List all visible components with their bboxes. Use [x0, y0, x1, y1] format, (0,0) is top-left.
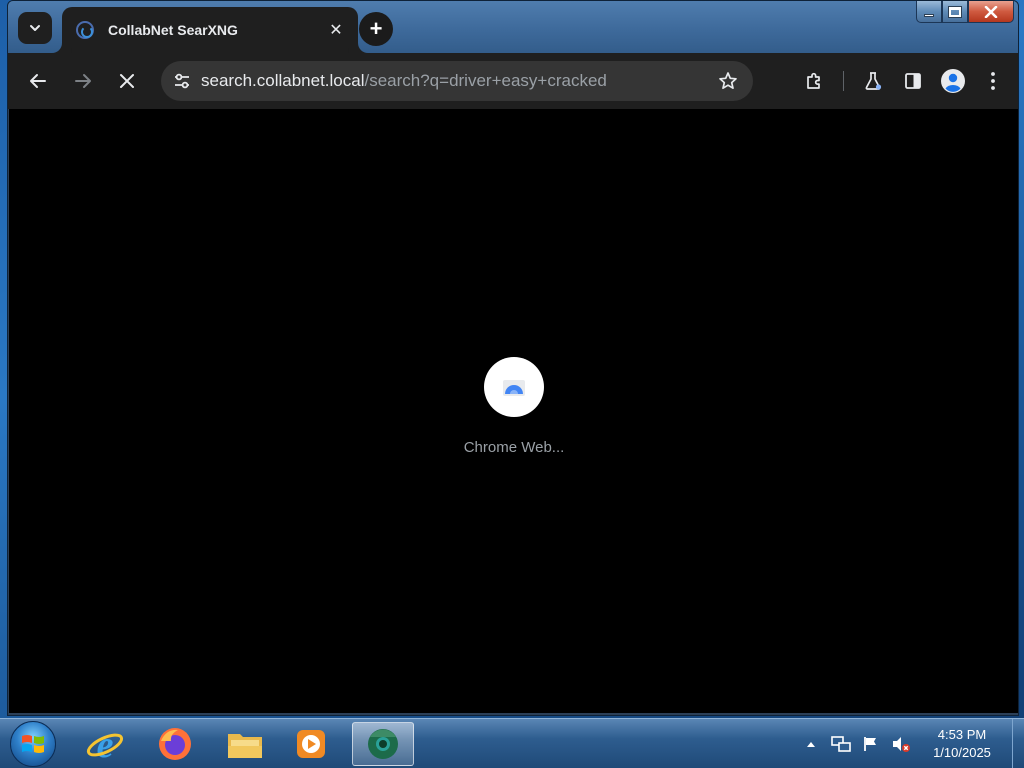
forward-button[interactable]: [66, 64, 100, 98]
start-button[interactable]: [10, 721, 56, 767]
flag-icon: [864, 737, 876, 751]
address-bar[interactable]: search.collabnet.local/search?q=driver+e…: [161, 61, 753, 101]
tab-strip: CollabNet SearXNG ✕ +: [8, 1, 1018, 53]
side-panel-button[interactable]: [896, 64, 930, 98]
tab-close-button[interactable]: ✕: [326, 20, 346, 40]
volume-tray-button[interactable]: [889, 732, 913, 756]
chrome-web-store-loading-icon: [484, 357, 544, 417]
loading-caption: Chrome Web...: [463, 439, 565, 456]
searxng-favicon-icon: [76, 21, 94, 39]
system-tray: 4:53 PM 1/10/2025: [796, 719, 1024, 768]
kebab-menu-icon: [991, 72, 995, 90]
show-hidden-icons-button[interactable]: [799, 732, 823, 756]
taskbar: e 4:53 PM 1/10/2025: [0, 718, 1024, 768]
clock-date: 1/10/2025: [933, 745, 991, 760]
flask-icon: [865, 72, 882, 90]
action-center-tray-button[interactable]: [859, 732, 883, 756]
chevron-up-icon: [807, 742, 815, 747]
profile-button[interactable]: [936, 64, 970, 98]
tab-title: CollabNet SearXNG: [108, 22, 238, 38]
svg-text:e: e: [97, 724, 114, 764]
media-player-icon: [297, 730, 325, 758]
chrome-icon: [368, 729, 398, 759]
internet-explorer-icon: e: [86, 724, 124, 764]
taskbar-internet-explorer[interactable]: e: [74, 722, 136, 766]
window-close-button[interactable]: [968, 1, 1014, 23]
taskbar-firefox[interactable]: [144, 722, 206, 766]
maximize-button[interactable]: [942, 1, 968, 23]
url-path: /search?q=driver+easy+cracked: [364, 71, 607, 90]
url-host: search.collabnet.local: [201, 71, 365, 90]
taskbar-clock[interactable]: 4:53 PM 1/10/2025: [916, 726, 1008, 762]
star-icon: [719, 72, 737, 90]
close-icon: [984, 5, 998, 18]
taskbar-file-explorer[interactable]: [214, 722, 276, 766]
tune-icon[interactable]: [173, 73, 191, 89]
side-panel-icon: [905, 73, 921, 89]
close-icon: [120, 74, 134, 88]
clock-time: 4:53 PM: [937, 727, 987, 742]
url-text[interactable]: search.collabnet.local/search?q=driver+e…: [201, 71, 711, 91]
maximize-icon: [949, 6, 961, 17]
toolbar-divider: [843, 71, 844, 91]
browser-menu-button[interactable]: [976, 64, 1010, 98]
labs-button[interactable]: [856, 64, 890, 98]
stop-loading-button[interactable]: [110, 64, 144, 98]
page-content: Chrome Web...: [9, 109, 1018, 713]
chevron-down-icon: [30, 25, 40, 31]
bookmark-button[interactable]: [711, 64, 745, 98]
folder-icon: [228, 734, 262, 758]
tab-search-button[interactable]: [18, 12, 52, 44]
window-caption-buttons: [916, 1, 1014, 23]
taskbar-media-player[interactable]: [280, 722, 342, 766]
extensions-button[interactable]: [797, 64, 831, 98]
browser-window: CollabNet SearXNG ✕ + search.collabnet.l…: [7, 0, 1019, 716]
taskbar-chrome[interactable]: [352, 722, 414, 766]
toolbar-actions: [797, 64, 1010, 98]
person-icon: [941, 69, 965, 93]
network-icon: [831, 736, 851, 752]
minimize-button[interactable]: [916, 1, 942, 23]
volume-muted-icon: [893, 737, 910, 752]
network-tray-button[interactable]: [829, 732, 853, 756]
minimize-icon: [924, 14, 934, 17]
back-button[interactable]: [21, 64, 55, 98]
show-desktop-button[interactable]: [1012, 719, 1024, 768]
tab-collabnet-searxng[interactable]: CollabNet SearXNG ✕: [62, 7, 358, 53]
windows-logo-icon: [22, 735, 44, 753]
puzzle-icon: [807, 72, 820, 89]
arrow-right-icon: [75, 74, 91, 88]
firefox-icon: [159, 728, 191, 760]
arrow-left-icon: [30, 74, 46, 88]
new-tab-button[interactable]: +: [359, 12, 393, 46]
browser-toolbar: search.collabnet.local/search?q=driver+e…: [8, 53, 1018, 109]
